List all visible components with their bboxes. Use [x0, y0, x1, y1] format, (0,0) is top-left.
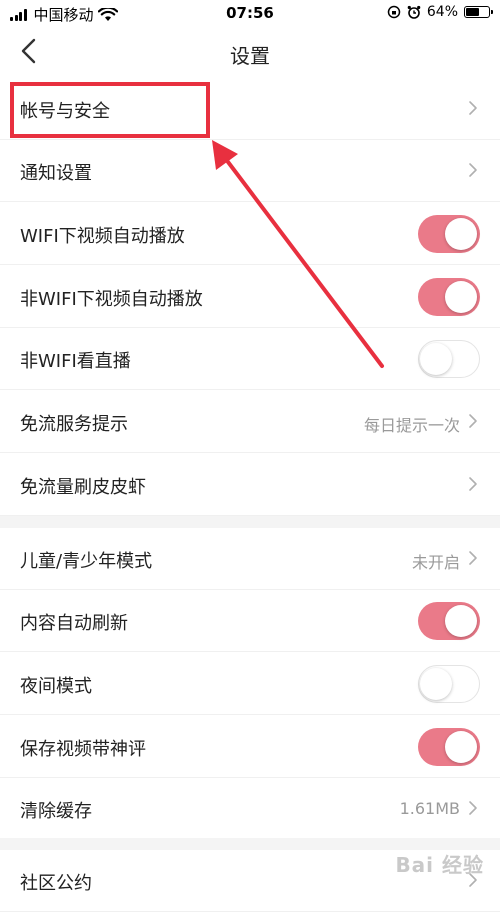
nav-bar: 设置: [0, 28, 500, 78]
settings-row[interactable]: 通知设置: [0, 140, 500, 202]
section-divider: [0, 516, 500, 528]
settings-row[interactable]: 儿童/青少年模式 未开启: [0, 528, 500, 590]
toggle-knob: [420, 667, 452, 700]
battery-percent: 64%: [426, 4, 458, 20]
settings-row-label: 非WIFI下视频自动播放: [20, 289, 203, 310]
highlight-box: [10, 82, 210, 138]
settings-row[interactable]: 夜间模式: [0, 653, 500, 715]
settings-row-label: WIFI下视频自动播放: [20, 226, 185, 247]
settings-row-label: 儿童/青少年模式: [20, 551, 153, 572]
chevron-right-icon: [468, 99, 478, 117]
status-bar: 中国移动 07:56 64%: [0, 0, 500, 28]
settings-row[interactable]: 非WIFI看直播: [0, 328, 500, 390]
settings-row-label: 社区公约: [20, 873, 92, 894]
settings-row-label: 通知设置: [20, 163, 92, 184]
chevron-right-icon: [468, 475, 478, 493]
settings-row[interactable]: 内容自动刷新: [0, 590, 500, 652]
settings-row[interactable]: 清除缓存 1.61MB: [0, 778, 500, 840]
chevron-right-icon: [468, 799, 478, 817]
toggle-knob: [445, 218, 477, 250]
settings-row-value: 每日提示一次: [363, 416, 460, 435]
watermark-logo: Bai 经验: [395, 853, 484, 877]
chevron-right-icon: [468, 549, 478, 567]
settings-row-label: 免流服务提示: [20, 414, 128, 435]
battery-icon: [464, 6, 493, 18]
settings-row[interactable]: 保存视频带神评: [0, 716, 500, 778]
settings-row-value: 未开启: [411, 553, 460, 572]
settings-row-label: 保存视频带神评: [20, 739, 146, 760]
toggle-switch[interactable]: [418, 602, 480, 640]
page-title: 设置: [230, 44, 270, 68]
settings-row-label: 清除缓存: [20, 801, 92, 822]
settings-row-label: 免流量刷皮皮虾: [20, 477, 146, 498]
chevron-right-icon: [468, 412, 478, 430]
settings-row-label: 非WIFI看直播: [20, 351, 131, 372]
settings-row[interactable]: 免流量刷皮皮虾: [0, 454, 500, 516]
toggle-knob: [445, 731, 477, 763]
settings-row[interactable]: 非WIFI下视频自动播放: [0, 266, 500, 328]
settings-row-label: 夜间模式: [20, 676, 92, 697]
settings-row-value: 1.61MB: [399, 799, 460, 818]
chevron-right-icon: [468, 161, 478, 179]
orientation-lock-icon: [387, 5, 401, 19]
toggle-knob: [445, 605, 477, 637]
toggle-switch[interactable]: [418, 728, 480, 766]
battery-fill: [466, 8, 480, 16]
settings-row-label: 内容自动刷新: [20, 613, 128, 634]
toggle-switch[interactable]: [418, 215, 480, 253]
status-right: 64%: [387, 4, 493, 20]
toggle-switch[interactable]: [418, 278, 480, 316]
settings-row[interactable]: WIFI下视频自动播放: [0, 203, 500, 265]
toggle-knob: [445, 281, 477, 313]
alarm-icon: [407, 5, 421, 19]
settings-row[interactable]: 免流服务提示 每日提示一次: [0, 391, 500, 453]
toggle-switch[interactable]: [418, 665, 480, 703]
toggle-knob: [420, 342, 452, 375]
toggle-switch[interactable]: [418, 340, 480, 378]
